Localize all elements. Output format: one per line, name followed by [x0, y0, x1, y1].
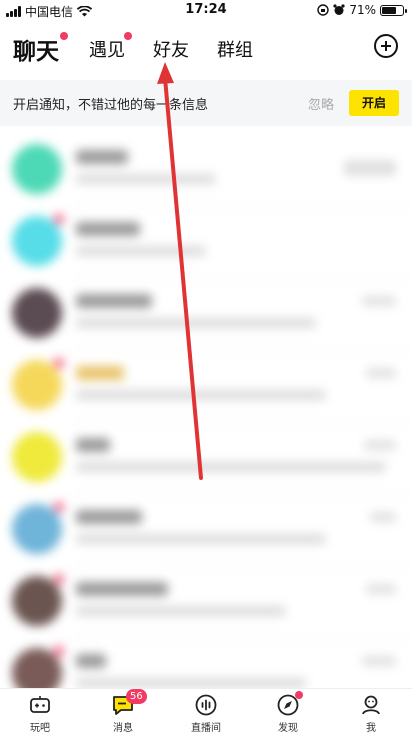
battery-level	[382, 6, 397, 14]
ignore-button[interactable]: 忽略	[308, 94, 334, 113]
conversation-row[interactable]	[0, 566, 412, 638]
tab-encounter-unread-dot	[124, 32, 132, 40]
conversation-row[interactable]	[0, 134, 412, 206]
tab-encounter-label: 遇见	[89, 40, 125, 61]
avatar	[12, 360, 62, 410]
avatar	[12, 432, 62, 482]
notification-banner: 开启通知，不错过他的每一条信息 忽略 开启	[0, 80, 412, 126]
conversation-row[interactable]	[0, 278, 412, 350]
nav-discover-label: 发现	[278, 723, 298, 734]
avatar	[12, 576, 62, 626]
nav-live-label: 直播间	[191, 723, 221, 734]
alarm-icon	[333, 4, 345, 15]
avatar	[12, 288, 62, 338]
tab-groups[interactable]: 群组	[217, 36, 253, 62]
enable-notifications-button[interactable]: 开启	[349, 90, 399, 116]
nav-discover[interactable]: 发现	[253, 691, 323, 734]
bottom-navigation: 玩吧 消息 56 直播间 发现 我	[0, 688, 412, 735]
conversation-row[interactable]	[0, 422, 412, 494]
nav-live[interactable]: 直播间	[171, 693, 241, 734]
tab-chat[interactable]: 聊天	[13, 32, 59, 66]
nav-discover-dot	[295, 691, 303, 699]
conversation-list	[0, 134, 412, 688]
top-tab-bar: 聊天 遇见 好友 群组	[0, 24, 412, 76]
tab-chat-unread-dot	[60, 32, 68, 40]
nav-messages[interactable]: 消息 56	[88, 689, 158, 734]
unread-count-badge: 56	[126, 689, 147, 704]
nav-play-label: 玩吧	[30, 723, 50, 734]
conversation-row[interactable]	[0, 494, 412, 566]
game-controller-icon	[30, 696, 50, 713]
avatar	[12, 216, 62, 266]
nav-messages-label: 消息	[113, 723, 133, 734]
avatar	[12, 504, 62, 554]
conversation-row[interactable]	[0, 638, 412, 688]
tab-chat-label: 聊天	[13, 39, 59, 65]
tab-friends-label: 好友	[153, 40, 189, 61]
tab-groups-label: 群组	[217, 40, 253, 61]
nav-me-label: 我	[366, 723, 376, 734]
status-right: 71%	[317, 3, 407, 17]
orientation-lock-icon	[317, 4, 330, 16]
notification-banner-text: 开启通知，不错过他的每一条信息	[13, 98, 209, 113]
tab-encounter[interactable]: 遇见	[89, 36, 125, 62]
conversation-row[interactable]	[0, 350, 412, 422]
plus-circle-icon[interactable]	[374, 34, 398, 58]
profile-icon	[362, 695, 380, 715]
live-icon	[195, 694, 217, 716]
nav-play[interactable]: 玩吧	[5, 693, 75, 734]
status-bar: 中国电信 17:24 71%	[0, 0, 412, 22]
tab-friends[interactable]: 好友	[153, 36, 189, 62]
avatar	[12, 144, 62, 194]
battery-percent: 71%	[349, 3, 376, 17]
conversation-row[interactable]	[0, 206, 412, 278]
nav-me[interactable]: 我	[336, 693, 406, 734]
battery-icon	[380, 4, 407, 16]
